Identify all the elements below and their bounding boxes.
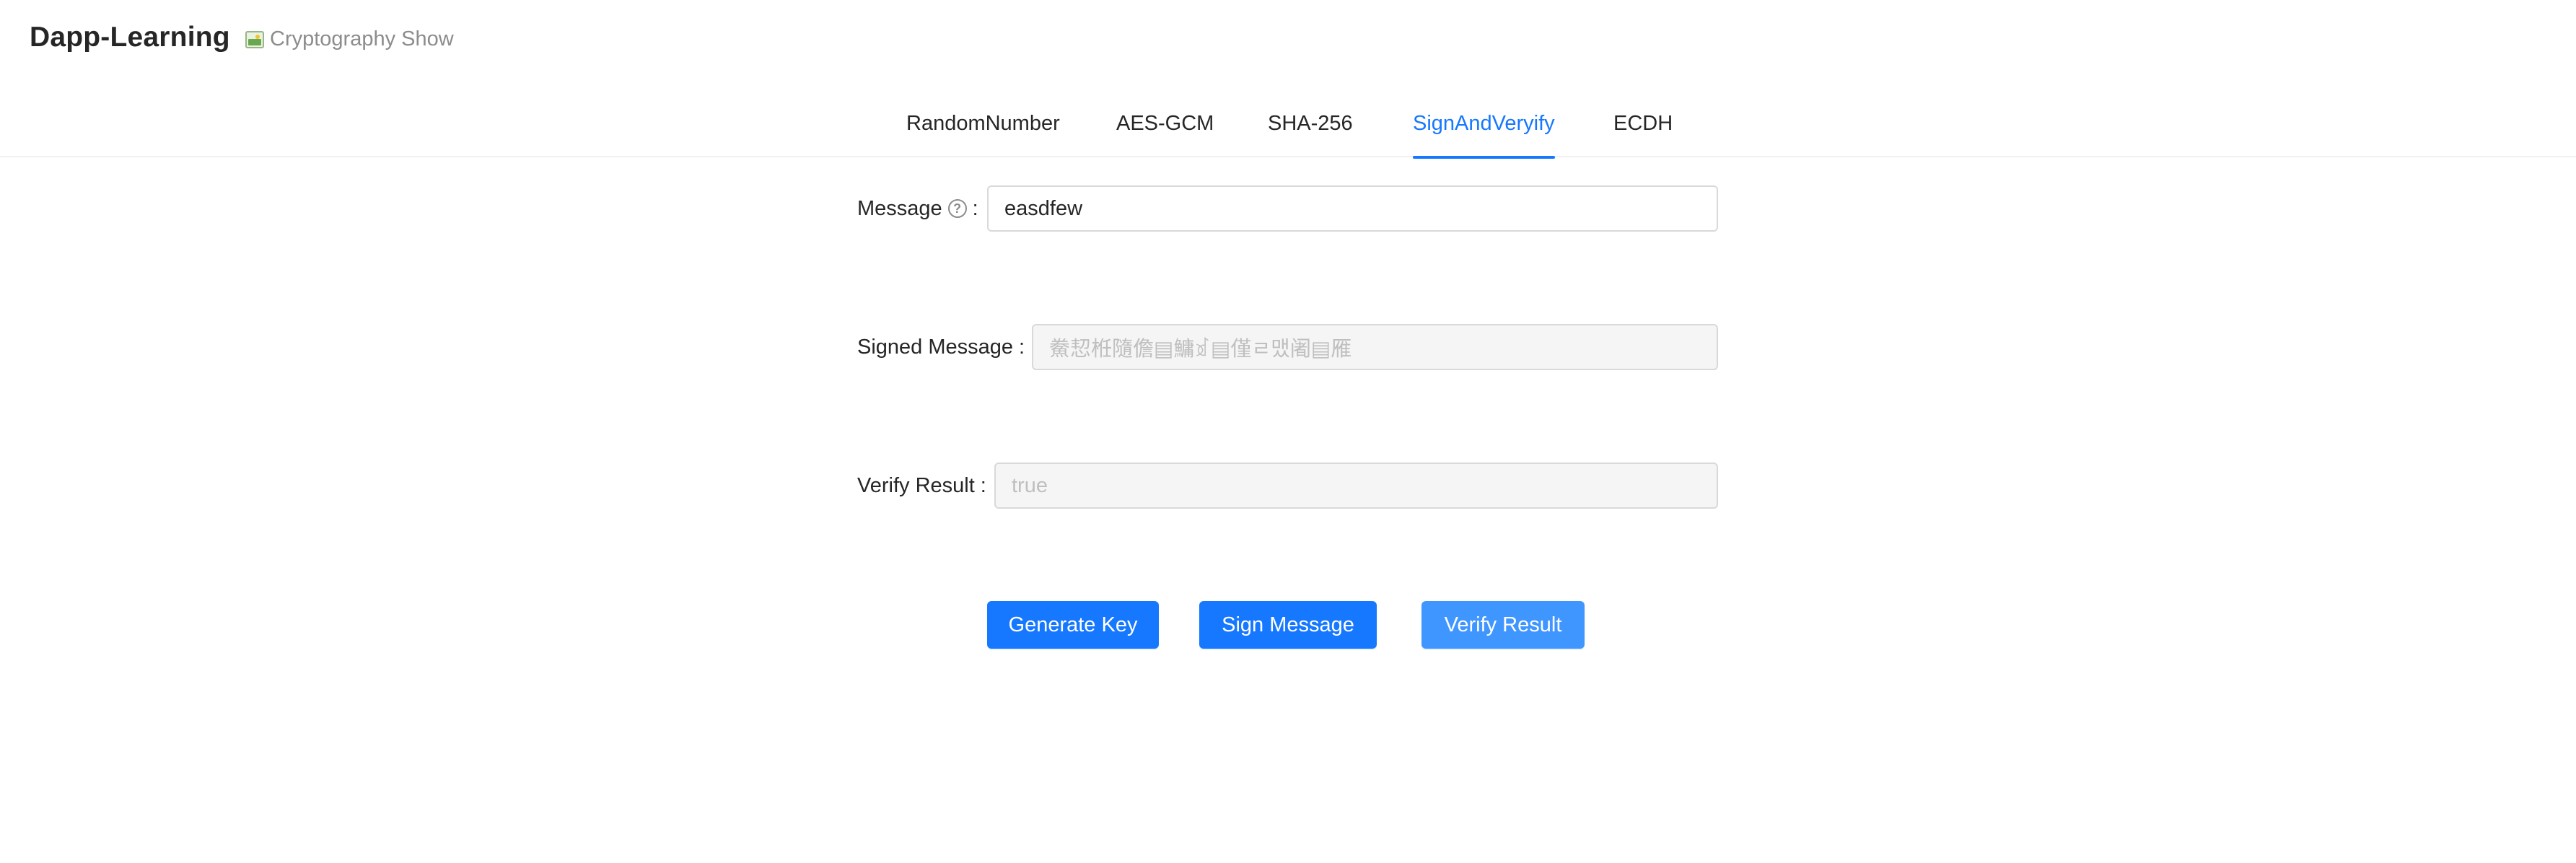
message-label-text: Message (857, 196, 942, 220)
tab-bar: RandomNumber AES-GCM SHA-256 SignAndVery… (0, 94, 2576, 159)
label-colon: : (1019, 335, 1025, 359)
verify-result-label-text: Verify Result (857, 473, 975, 497)
app-subtitle: Cryptography Show (245, 27, 454, 51)
tab-ecdh[interactable]: ECDH (1613, 94, 1673, 157)
signed-message-input (1032, 324, 1718, 370)
app-title: Dapp-Learning (30, 22, 230, 53)
signed-message-label-text: Signed Message (857, 335, 1014, 359)
image-icon (245, 30, 264, 48)
verify-result-label: Verify Result : (857, 463, 986, 509)
tab-random-number[interactable]: RandomNumber (906, 94, 1060, 157)
question-circle-icon[interactable]: ? (947, 199, 967, 218)
sign-message-button[interactable]: Sign Message (1199, 601, 1377, 649)
tab-sign-and-verify[interactable]: SignAndVeryify (1413, 94, 1555, 159)
signed-message-label: Signed Message : (857, 324, 1025, 370)
tab-aes-gcm[interactable]: AES-GCM (1116, 94, 1214, 157)
generate-key-button[interactable]: Generate Key (987, 601, 1159, 649)
subtitle-text: Cryptography Show (270, 27, 454, 51)
app-header: Dapp-Learning Cryptography Show (0, 0, 2576, 79)
label-colon: : (980, 473, 986, 497)
verify-result-input (994, 463, 1718, 509)
tab-sha-256[interactable]: SHA-256 (1268, 94, 1353, 157)
message-input[interactable] (987, 185, 1718, 232)
message-label: Message ? : (857, 185, 978, 232)
label-colon: : (972, 196, 978, 220)
verify-result-button[interactable]: Verify Result (1421, 601, 1585, 649)
